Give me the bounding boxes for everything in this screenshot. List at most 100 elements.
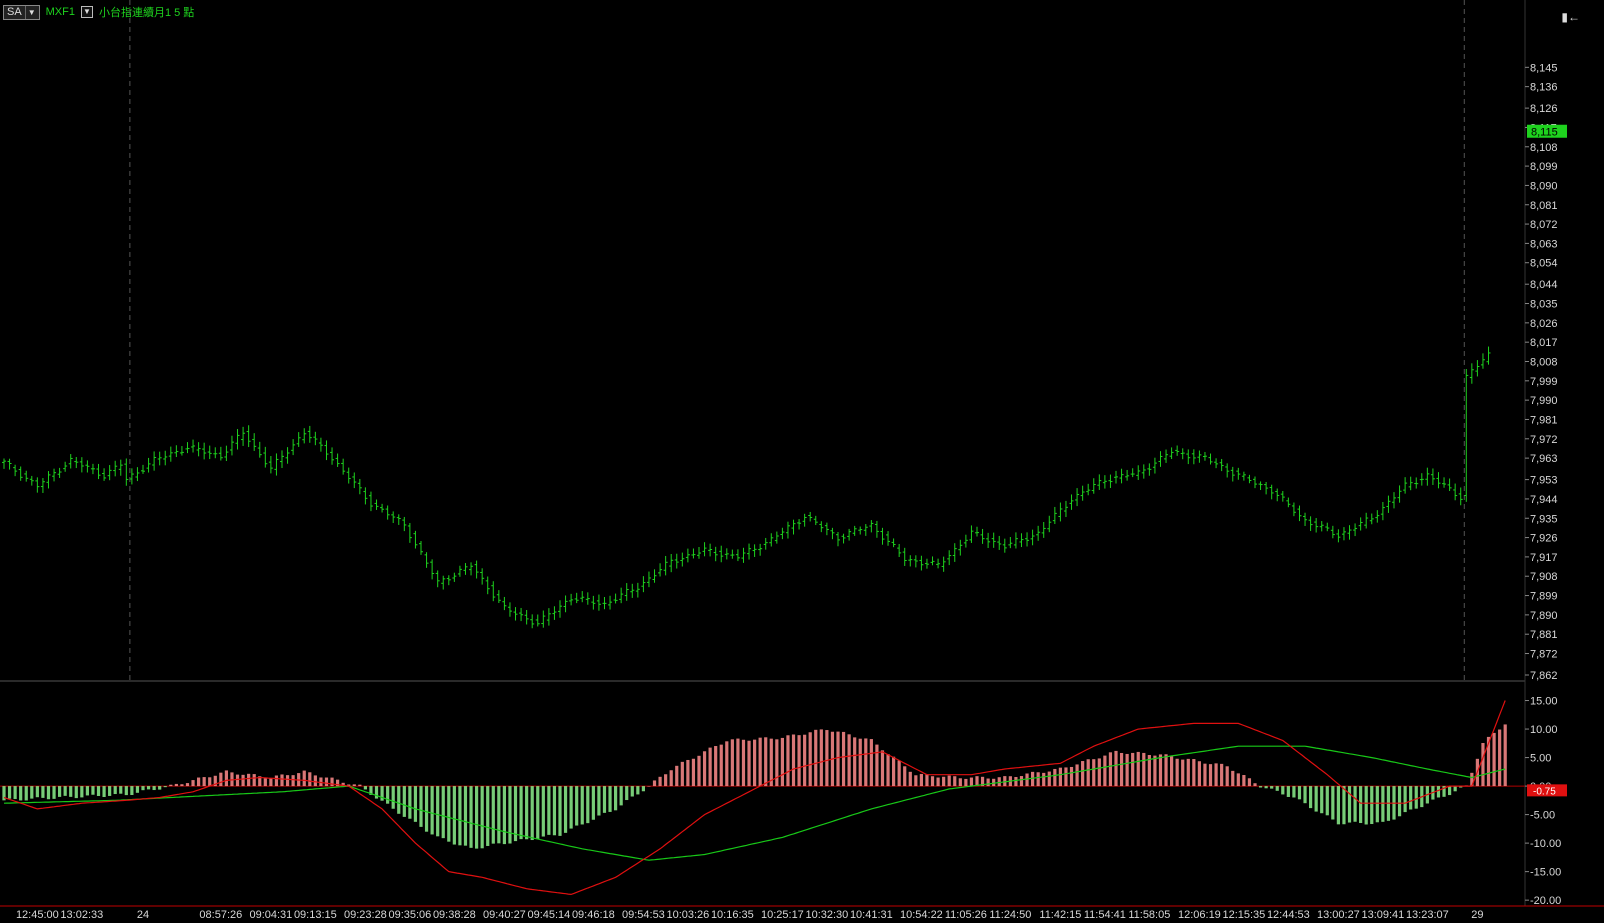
- macd-histogram-bar: [1075, 764, 1079, 787]
- macd-histogram-bar: [19, 786, 23, 801]
- macd-histogram-bar: [302, 770, 306, 787]
- macd-histogram-bar: [363, 786, 367, 790]
- macd-histogram-bar: [85, 786, 89, 796]
- macd-histogram-bar: [786, 735, 790, 787]
- macd-histogram-bar: [775, 739, 779, 787]
- time-axis-label: 09:40:27: [483, 909, 526, 921]
- time-axis-label: 10:25:17: [761, 909, 804, 921]
- macd-axis-label: 10.00: [1530, 724, 1558, 736]
- macd-histogram-bar: [108, 786, 112, 796]
- macd-histogram-bar: [291, 775, 295, 787]
- macd-histogram-bar: [263, 778, 267, 787]
- macd-histogram-bar: [80, 786, 84, 798]
- macd-histogram-bar: [502, 786, 506, 845]
- macd-histogram-bar: [1203, 763, 1207, 787]
- macd-histogram-bar: [919, 773, 923, 787]
- macd-histogram-bar: [1131, 752, 1135, 787]
- macd-histogram-bar: [880, 750, 885, 787]
- macd-histogram-bar: [174, 783, 178, 787]
- macd-histogram-bar: [652, 780, 657, 787]
- time-axis-label: 13:23:07: [1406, 909, 1449, 921]
- price-axis-label: 8,081: [1530, 200, 1558, 212]
- macd-histogram-bar: [475, 786, 479, 849]
- macd-histogram-bar: [235, 774, 240, 787]
- macd-histogram-bar: [975, 776, 979, 787]
- macd-histogram-bar: [753, 739, 757, 787]
- price-axis-label: 8,145: [1530, 62, 1558, 74]
- time-axis-label: 13:00:27: [1317, 909, 1360, 921]
- macd-histogram-bar: [997, 777, 1001, 787]
- price-axis-label: 7,972: [1530, 434, 1558, 446]
- macd-histogram-bar: [1498, 729, 1502, 787]
- macd-histogram-bar: [1258, 786, 1263, 788]
- macd-histogram-bar: [1064, 767, 1068, 787]
- macd-histogram-bar: [658, 776, 662, 787]
- macd-histogram-bar: [869, 739, 873, 787]
- macd-histogram-bar: [7, 786, 12, 799]
- macd-histogram-bar: [169, 784, 173, 787]
- macd-histogram-bar: [591, 786, 595, 820]
- macd-histogram-bar: [563, 786, 568, 833]
- macd-histogram-bar: [1253, 783, 1257, 787]
- macd-histogram-bar: [219, 772, 223, 787]
- macd-histogram-bar: [569, 786, 573, 829]
- macd-histogram-bar: [247, 773, 251, 787]
- macd-histogram-bar: [269, 778, 273, 787]
- macd-histogram-bar: [691, 758, 696, 787]
- macd-histogram-bar: [586, 786, 590, 824]
- macd-histogram-bar: [1086, 759, 1090, 787]
- macd-histogram-bar: [513, 786, 518, 842]
- macd-histogram-bar: [1286, 786, 1290, 797]
- macd-histogram-bar: [1353, 786, 1357, 822]
- macd-histogram-bar: [1058, 767, 1062, 787]
- macd-histogram-bar: [1186, 758, 1190, 787]
- macd-histogram-bar: [486, 786, 490, 846]
- macd-histogram-bar: [1192, 759, 1196, 787]
- price-axis-label: 7,881: [1530, 629, 1558, 641]
- price-axis-label: 8,072: [1530, 219, 1558, 231]
- macd-histogram-bar: [525, 786, 529, 840]
- macd-histogram-bar: [274, 775, 279, 787]
- macd-histogram-bar: [408, 786, 412, 819]
- macd-histogram-bar: [185, 783, 190, 787]
- macd-histogram-bar: [1453, 786, 1457, 792]
- macd-histogram-bar: [936, 777, 940, 787]
- macd-histogram-bar: [1081, 761, 1085, 787]
- macd-histogram-bar: [1303, 786, 1307, 804]
- macd-histogram-bar: [730, 739, 734, 787]
- price-axis-label: 7,981: [1530, 414, 1558, 426]
- macd-histogram-bar: [1175, 758, 1179, 787]
- macd-histogram-bar: [74, 786, 78, 799]
- chart-canvas[interactable]: 8,1458,1368,1268,1178,1088,0998,0908,081…: [0, 0, 1604, 923]
- macd-histogram-bar: [608, 786, 612, 812]
- macd-histogram-bar: [13, 786, 17, 800]
- macd-histogram-bar: [1336, 786, 1340, 825]
- price-axis-label: 8,126: [1530, 103, 1558, 115]
- time-axis-label: 10:54:22: [900, 909, 943, 921]
- macd-histogram-bar: [430, 786, 434, 835]
- price-axis-label: 8,017: [1530, 337, 1558, 349]
- macd-histogram-bar: [1492, 732, 1496, 787]
- macd-histogram-bar: [202, 777, 206, 787]
- macd-histogram-bar: [669, 770, 673, 787]
- macd-histogram-bar: [1364, 786, 1368, 825]
- macd-histogram-bar: [1503, 724, 1507, 787]
- macd-histogram-bar: [158, 786, 162, 790]
- price-axis-label: 8,136: [1530, 82, 1558, 94]
- macd-histogram-bar: [1448, 786, 1452, 796]
- price-axis-label: 8,008: [1530, 357, 1558, 369]
- macd-histogram-bar: [180, 784, 184, 787]
- macd-histogram-bar: [803, 734, 807, 787]
- time-axis-label: 09:46:18: [572, 909, 615, 921]
- macd-histogram-bar: [552, 786, 557, 836]
- macd-histogram-bar: [1236, 773, 1240, 787]
- macd-histogram-bar: [1242, 775, 1246, 787]
- macd-histogram-bar: [402, 786, 406, 817]
- macd-histogram-bar: [141, 786, 145, 791]
- macd-histogram-bar: [113, 786, 117, 795]
- macd-histogram-bar: [1108, 752, 1113, 787]
- macd-histogram-bar: [224, 770, 228, 787]
- macd-histogram-bar: [1103, 755, 1107, 787]
- time-axis-label: 09:04:31: [249, 909, 292, 921]
- time-axis-label: 13:02:33: [60, 909, 103, 921]
